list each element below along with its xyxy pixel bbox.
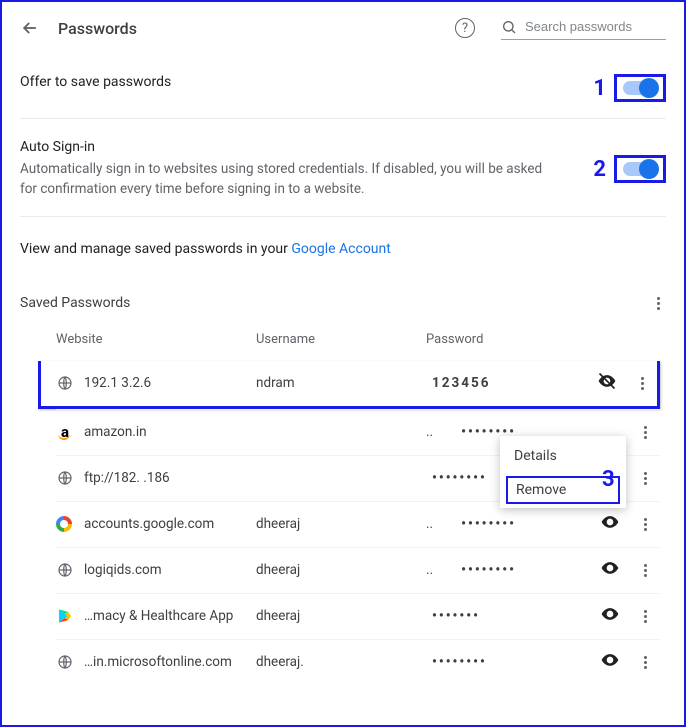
website-cell[interactable]: …in.microsoftonline.com xyxy=(84,654,256,670)
auto-signin-title: Auto Sign-in xyxy=(20,139,545,155)
table-row[interactable]: 192.1 3.2.6ndram123456 xyxy=(38,361,660,409)
globe-icon xyxy=(56,653,74,671)
password-cell: 123456 xyxy=(426,375,587,391)
globe-icon xyxy=(56,374,74,392)
row-menu-icon[interactable] xyxy=(630,512,660,537)
col-username: Username xyxy=(256,332,426,347)
username-cell: dheeraj xyxy=(256,516,426,532)
eye-icon[interactable] xyxy=(590,604,630,628)
table-row[interactable]: …macy & Healthcare Appdheeraj••••••• xyxy=(56,593,660,639)
row-menu-icon[interactable] xyxy=(630,650,660,675)
offer-save-title: Offer to save passwords xyxy=(20,74,545,90)
search-icon xyxy=(501,19,517,35)
row-menu-icon[interactable] xyxy=(627,371,657,396)
username-cell: dheeraj. xyxy=(256,654,426,670)
row-menu-icon[interactable] xyxy=(630,466,660,491)
username-cell: dheeraj xyxy=(256,608,426,624)
website-cell[interactable]: accounts.google.com xyxy=(84,516,256,532)
username-cell: ndram xyxy=(256,375,426,391)
auto-signin-desc: Automatically sign in to websites using … xyxy=(20,159,545,200)
back-arrow-icon[interactable] xyxy=(20,18,40,38)
annotation-2: 2 xyxy=(585,157,614,182)
annotation-3: 3 xyxy=(602,467,615,492)
website-cell[interactable]: 192.1 3.2.6 xyxy=(84,375,256,391)
play-icon xyxy=(56,607,74,625)
globe-icon xyxy=(56,469,74,487)
eye-off-icon[interactable] xyxy=(587,371,627,395)
website-cell[interactable]: amazon.in xyxy=(84,424,256,440)
amazon-icon: a xyxy=(56,423,74,441)
eye-icon[interactable] xyxy=(590,558,630,582)
table-row[interactable]: logiqids.comdheeraj..•••••••• xyxy=(56,547,660,593)
auto-signin-toggle[interactable] xyxy=(623,162,657,176)
website-cell[interactable]: logiqids.com xyxy=(84,562,256,578)
saved-passwords-menu-icon[interactable] xyxy=(650,291,666,316)
offer-save-toggle[interactable] xyxy=(623,81,657,95)
website-cell[interactable]: …macy & Healthcare App xyxy=(84,608,256,624)
table-row[interactable]: …in.microsoftonline.comdheeraj.•••••••• xyxy=(56,639,660,685)
help-icon[interactable]: ? xyxy=(455,18,475,38)
website-cell[interactable]: ftp://182. .186 xyxy=(84,470,256,486)
row-menu-icon[interactable] xyxy=(630,420,660,445)
search-input[interactable] xyxy=(523,18,653,35)
annotation-box-1 xyxy=(614,74,666,102)
annotation-box-2 xyxy=(614,155,666,183)
saved-passwords-title: Saved Passwords xyxy=(20,295,130,311)
password-cell: ..•••••••• xyxy=(426,516,590,532)
google-account-link[interactable]: Google Account xyxy=(291,241,390,257)
search-field[interactable] xyxy=(501,16,666,40)
col-password: Password xyxy=(426,332,590,347)
row-menu-icon[interactable] xyxy=(630,604,660,629)
annotation-1: 1 xyxy=(585,76,614,101)
password-cell: ..•••••••• xyxy=(426,562,590,578)
manage-passwords-text: View and manage saved passwords in your … xyxy=(20,217,666,287)
page-title: Passwords xyxy=(58,19,137,38)
row-menu-icon[interactable] xyxy=(630,558,660,583)
password-cell: •••••••• xyxy=(426,654,590,670)
eye-icon[interactable] xyxy=(590,650,630,674)
google-icon xyxy=(56,516,72,532)
globe-icon xyxy=(56,561,74,579)
username-cell: dheeraj xyxy=(256,562,426,578)
eye-icon[interactable] xyxy=(590,512,630,536)
col-website: Website xyxy=(56,332,256,347)
password-cell: ••••••• xyxy=(426,608,590,624)
